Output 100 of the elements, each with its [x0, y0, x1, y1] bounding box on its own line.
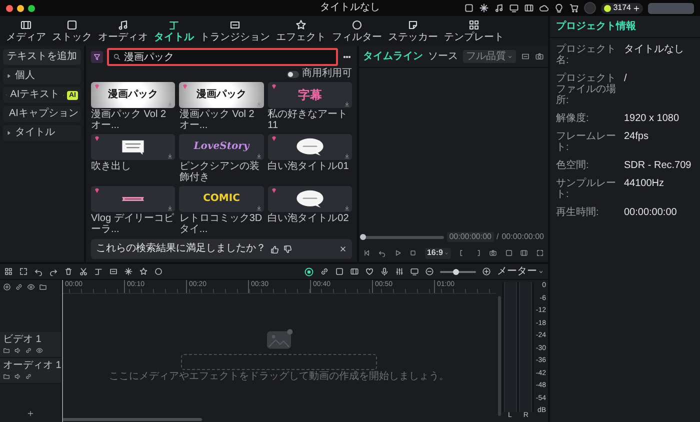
folder-icon[interactable] [39, 283, 47, 291]
cut-icon[interactable] [79, 267, 88, 276]
title-thumbnail[interactable]: 漫画パック [91, 82, 176, 108]
monitor-icon[interactable] [410, 267, 419, 276]
scrollbar[interactable] [62, 418, 202, 420]
download-icon[interactable] [167, 153, 174, 159]
add-track-icon[interactable] [3, 283, 11, 291]
add-text-button[interactable]: テキストを追加 [3, 49, 81, 65]
toggle-switch[interactable] [287, 70, 299, 78]
monitor-icon[interactable] [509, 3, 520, 13]
stop-icon[interactable] [409, 249, 418, 257]
toggle-label: 商用利用可 [302, 69, 352, 79]
sticker-icon [407, 19, 419, 31]
title-thumbnail[interactable] [91, 186, 176, 212]
download-icon[interactable] [256, 153, 262, 159]
cloud-icon[interactable] [539, 3, 550, 13]
download-icon[interactable] [344, 205, 350, 211]
eye-icon[interactable] [36, 347, 43, 354]
slider-thumb[interactable] [360, 234, 366, 240]
media-tab[interactable]: オーディオ [98, 19, 148, 43]
delete-icon[interactable] [64, 267, 73, 276]
snapshot-icon[interactable] [489, 249, 498, 257]
thumbnail-title: ピンクシアンの装飾付き [179, 161, 260, 183]
speaker-icon[interactable] [14, 347, 21, 354]
title-thumbnail[interactable]: 漫画パック [179, 82, 264, 108]
title-thumbnail[interactable] [268, 186, 352, 212]
download-icon[interactable] [344, 153, 350, 159]
text-tool-icon[interactable] [94, 267, 103, 276]
window-minimize-button[interactable] [17, 4, 24, 12]
title-thumbnail[interactable]: COMIC [179, 186, 264, 212]
info-value: SDR - Rec.709 [624, 160, 692, 171]
star-icon [295, 19, 307, 31]
previous-frame-icon[interactable] [363, 249, 371, 257]
thumbs-up-icon[interactable] [270, 244, 279, 254]
title-thumbnail[interactable] [268, 134, 352, 160]
info-label: 解像度: [556, 113, 590, 124]
credits-badge[interactable]: 3174 [601, 2, 643, 14]
link-icon[interactable] [25, 373, 32, 380]
thumbs-down-icon[interactable] [283, 244, 292, 254]
feedback-question: これらの検索結果に満足しましたか？ [96, 244, 266, 254]
media-tab[interactable]: ストック [52, 19, 92, 43]
window-close-button[interactable] [6, 4, 13, 12]
filter-button[interactable] [91, 51, 103, 63]
speaker-icon[interactable] [14, 373, 21, 380]
media-tab[interactable]: メディア [6, 19, 46, 43]
scrollbar[interactable] [498, 296, 500, 416]
info-label: プロジェクト名: [556, 44, 617, 66]
link-icon[interactable] [25, 347, 32, 354]
aspect-ratio-dropdown[interactable]: 16:9 [424, 248, 451, 258]
snapshot-icon[interactable] [535, 52, 544, 61]
undo-icon[interactable] [34, 267, 43, 276]
select-icon[interactable] [19, 267, 28, 276]
thumbnail-title: Vlog デイリーコピーラ... [91, 213, 175, 235]
folder-icon[interactable] [3, 373, 10, 380]
download-icon[interactable] [256, 205, 262, 211]
sidebar-item[interactable]: AIキャプション [3, 106, 81, 122]
speech-bubble-drawing [294, 189, 326, 209]
preview-tab[interactable]: ソース [428, 52, 458, 62]
info-value: タイトルなし [624, 44, 685, 57]
link-icon[interactable] [15, 283, 23, 291]
window-zoom-button[interactable] [28, 4, 35, 12]
circle-icon [351, 19, 363, 31]
preview-tab[interactable]: タイムライン [363, 52, 423, 62]
expand-icon[interactable] [536, 249, 544, 257]
title-thumbnail[interactable] [91, 134, 176, 160]
sidebar-item[interactable]: 個人 [3, 68, 81, 84]
thumbnail-title: 白い泡タイトル01 [268, 161, 350, 174]
folder-icon[interactable] [3, 347, 10, 354]
link-icon[interactable] [320, 267, 329, 276]
zoom-in-icon[interactable] [482, 267, 491, 276]
zoom-out-icon[interactable] [425, 267, 434, 276]
quality-dropdown[interactable]: フル品質 [463, 50, 516, 63]
layout-icon[interactable] [4, 267, 13, 276]
info-value: / [624, 73, 628, 86]
media-tab[interactable]: エフェクト [276, 19, 326, 43]
add-icon[interactable] [27, 410, 34, 417]
view-dropdown[interactable]: メーター [497, 266, 544, 276]
media-tab[interactable]: タイトル [154, 19, 194, 43]
media-tab[interactable]: ステッカー [388, 19, 438, 43]
title-thumbnail[interactable]: LoveStory [179, 134, 264, 160]
media-tab[interactable]: フィルター [332, 19, 382, 43]
step-back-icon[interactable] [378, 249, 386, 257]
playback-slider[interactable] [363, 236, 444, 238]
download-icon[interactable] [344, 101, 350, 107]
media-tab[interactable]: テンプレート [444, 19, 504, 43]
mic-icon[interactable] [380, 267, 389, 276]
slider-thumb[interactable] [453, 268, 460, 274]
equalizer-icon[interactable] [395, 267, 404, 276]
search-field[interactable]: 漫画パック [107, 48, 338, 66]
search-field[interactable]: 漫画パック [124, 50, 332, 64]
play-icon[interactable] [394, 249, 402, 257]
media-tab[interactable]: トランジション [200, 19, 270, 43]
title-thumbnail[interactable]: 字幕 [268, 82, 352, 108]
download-icon[interactable] [167, 205, 174, 211]
cart-icon[interactable] [569, 3, 580, 13]
redo-icon[interactable] [49, 267, 58, 276]
lightbulb-icon[interactable] [554, 3, 564, 13]
caret-icon [507, 54, 513, 60]
close-icon[interactable] [339, 245, 347, 253]
sidebar-item[interactable]: タイトル [3, 125, 81, 141]
